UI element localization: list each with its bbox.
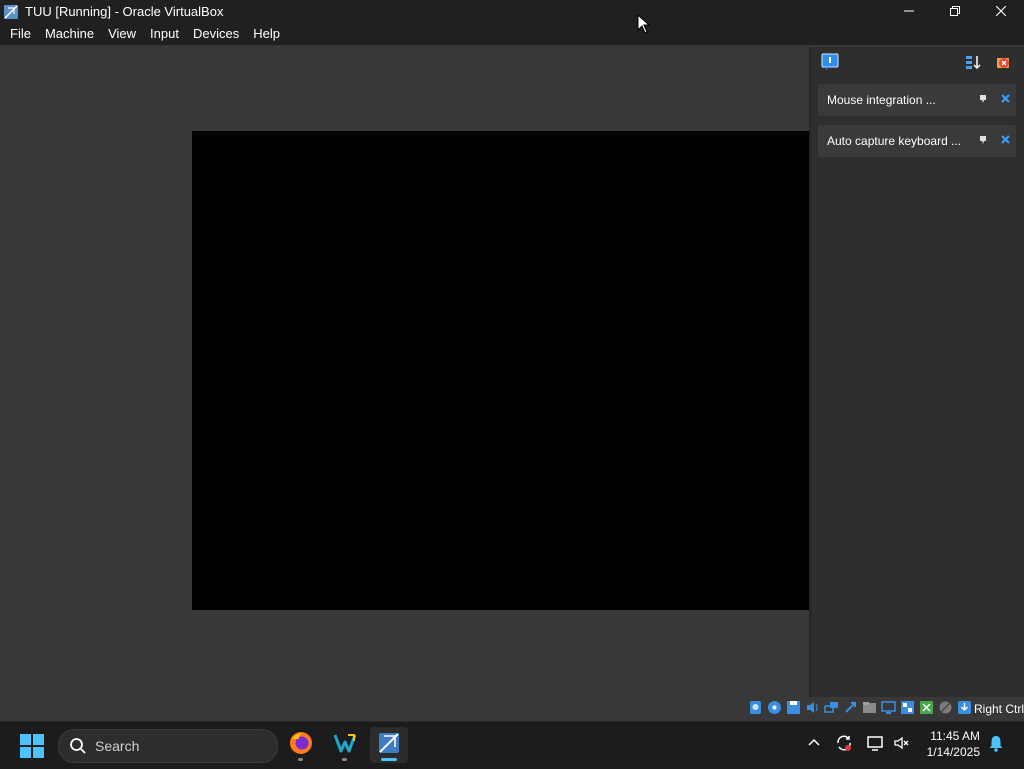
notification-center-toolbar — [811, 47, 1024, 81]
menu-machine[interactable]: Machine — [38, 23, 101, 45]
notification-text: Mouse integration ... — [827, 93, 936, 107]
menu-file[interactable]: File — [3, 23, 38, 45]
minimize-icon — [904, 4, 914, 19]
close-icon — [1000, 135, 1010, 147]
clear-all-icon — [994, 53, 1012, 76]
notification-center-panel: Mouse integration ... Auto capture keybo… — [809, 47, 1024, 697]
close-icon — [995, 4, 1007, 19]
clear-all-notifications-button[interactable] — [994, 55, 1012, 73]
do-not-show-again-button[interactable] — [972, 131, 994, 151]
usb-icon[interactable] — [843, 700, 858, 715]
notification-bell-icon — [988, 734, 1004, 757]
running-indicator — [298, 758, 303, 761]
vm-status-bar: Right Ctrl — [0, 697, 1024, 721]
taskbar: Search 11:45 AM 1/14/2025 — [0, 721, 1024, 769]
clock[interactable]: 11:45 AM 1/14/2025 — [927, 728, 980, 760]
sync-status-button[interactable] — [834, 735, 854, 755]
windows-logo-icon — [20, 734, 44, 762]
volume-muted-icon — [893, 734, 911, 757]
active-indicator — [381, 758, 397, 761]
chevron-up-icon — [808, 736, 820, 754]
guest-screen[interactable] — [192, 131, 809, 610]
virtualbox-logo-icon — [3, 4, 19, 20]
pin-icon — [978, 135, 988, 148]
taskbar-app-vscode[interactable] — [326, 727, 364, 763]
shared-folders-icon[interactable] — [862, 700, 877, 715]
menu-help[interactable]: Help — [246, 23, 287, 45]
menu-bar: File Machine View Input Devices Help — [0, 23, 1024, 45]
mouse-integration-icon[interactable] — [938, 700, 953, 715]
keyboard-capture-icon[interactable] — [957, 700, 972, 715]
clock-time: 11:45 AM — [930, 729, 980, 743]
taskbar-app-firefox[interactable] — [282, 727, 320, 763]
host-key-label[interactable]: Right Ctrl — [974, 700, 1024, 718]
taskbar-search-box[interactable]: Search — [58, 729, 278, 763]
taskbar-app-virtualbox[interactable] — [370, 727, 408, 763]
close-button[interactable] — [978, 0, 1024, 23]
running-indicator — [342, 758, 347, 761]
do-not-show-again-button[interactable] — [972, 90, 994, 110]
notification-text: Auto capture keyboard ... — [827, 134, 962, 148]
search-icon — [69, 737, 87, 755]
window-title: TUU [Running] - Oracle VirtualBox — [25, 4, 224, 19]
sort-notifications-button[interactable] — [964, 55, 982, 73]
dismiss-notification-button[interactable] — [994, 131, 1016, 151]
restore-button[interactable] — [932, 0, 978, 23]
menu-view[interactable]: View — [101, 23, 143, 45]
volume-button[interactable] — [892, 735, 912, 755]
display-icon[interactable] — [881, 700, 896, 715]
title-bar[interactable]: TUU [Running] - Oracle VirtualBox — [0, 0, 1024, 23]
audio-icon[interactable] — [805, 700, 820, 715]
sync-icon — [835, 734, 853, 757]
network-status-button[interactable] — [866, 735, 886, 755]
notification-auto-capture-keyboard[interactable]: Auto capture keyboard ... — [818, 125, 1016, 157]
visual-studio-code-icon — [332, 730, 358, 761]
optical-drive-icon[interactable] — [767, 700, 782, 715]
notifications-button[interactable] — [986, 735, 1006, 755]
restore-icon — [950, 4, 960, 19]
virtualbox-icon — [376, 730, 402, 761]
firefox-icon — [288, 730, 314, 761]
sort-icon — [965, 54, 981, 75]
video-capture-icon[interactable] — [900, 700, 915, 715]
search-placeholder: Search — [95, 738, 140, 754]
notification-center-icon — [821, 53, 839, 76]
menu-devices[interactable]: Devices — [186, 23, 246, 45]
network-display-icon — [867, 734, 885, 757]
notification-center-toggle-button[interactable] — [821, 53, 839, 76]
cpu-icon[interactable] — [919, 700, 934, 715]
pin-icon — [978, 94, 988, 107]
network-icon[interactable] — [824, 700, 839, 715]
close-icon — [1000, 94, 1010, 106]
notification-mouse-integration[interactable]: Mouse integration ... — [818, 84, 1016, 116]
mouse-cursor — [637, 13, 651, 34]
hard-disk-icon[interactable] — [748, 700, 763, 715]
dismiss-notification-button[interactable] — [994, 90, 1016, 110]
minimize-button[interactable] — [886, 0, 932, 23]
show-hidden-icons-button[interactable] — [804, 735, 824, 755]
floppy-icon[interactable] — [786, 700, 801, 715]
clock-date: 1/14/2025 — [926, 745, 980, 759]
start-button[interactable] — [20, 734, 44, 758]
menu-input[interactable]: Input — [143, 23, 186, 45]
